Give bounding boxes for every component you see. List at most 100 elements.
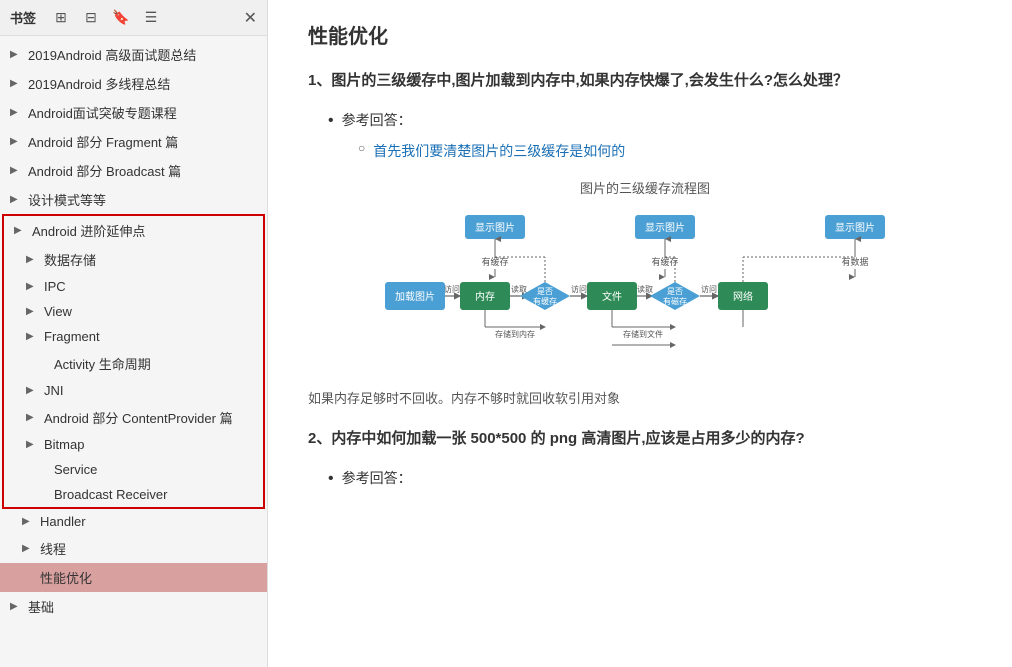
sidebar-list: ▶ 2019Android 高级面试题总结 ▶ 2019Android 多线程总…	[0, 36, 267, 667]
sidebar-item-label: Broadcast Receiver	[54, 487, 255, 502]
chevron-icon: ▶	[10, 107, 24, 118]
chevron-icon: ▶	[26, 281, 40, 292]
svg-text:显示图片: 显示图片	[645, 221, 685, 234]
sidebar-item-label: Fragment	[44, 329, 255, 344]
diagram-title: 图片的三级缓存流程图	[308, 178, 982, 197]
sidebar-item-2[interactable]: ▶ 2019Android 多线程总结	[0, 69, 267, 98]
main-content: 性能优化 1、图片的三级缓存中,图片加载到内存中,如果内存快爆了,会发生什么?怎…	[268, 0, 1012, 667]
page-title: 性能优化	[308, 20, 982, 49]
sidebar: 书签 ⊞ ⊟ 🔖 ☰ ✕ ▶ 2019Android 高级面试题总结 ▶ 201…	[0, 0, 268, 667]
sidebar-item-label: 2019Android 高级面试题总结	[28, 45, 259, 64]
sidebar-item-label: 2019Android 多线程总结	[28, 74, 259, 93]
chevron-icon: ▶	[22, 543, 36, 554]
sidebar-item-16[interactable]: ▶ Service	[4, 457, 263, 482]
sidebar-item-8[interactable]: ▶ 数据存储	[4, 245, 263, 274]
chevron-icon: ▶	[26, 439, 40, 450]
sidebar-item-11[interactable]: ▶ Fragment	[4, 324, 263, 349]
sidebar-item-label: IPC	[44, 279, 255, 294]
list-icon[interactable]: ☰	[140, 7, 162, 29]
svg-text:有磁存: 有磁存	[663, 296, 687, 306]
sidebar-item-10[interactable]: ▶ View	[4, 299, 263, 324]
svg-text:显示图片: 显示图片	[835, 221, 875, 234]
question-2: 2、内存中如何加载一张 500*500 的 png 高清图片,应该是占用多少的内…	[308, 427, 982, 451]
sidebar-item-label: Android面试突破专题课程	[28, 103, 259, 122]
svg-text:是否: 是否	[537, 287, 553, 296]
sidebar-item-4[interactable]: ▶ Android 部分 Fragment 篇	[0, 127, 267, 156]
sidebar-item-14[interactable]: ▶ Android 部分 ContentProvider 篇	[4, 403, 263, 432]
svg-text:内存: 内存	[475, 290, 495, 303]
sidebar-item-5[interactable]: ▶ Android 部分 Broadcast 篇	[0, 156, 267, 185]
flow-diagram: 显示图片 显示图片 显示图片 有缓存 有缓存 有数据	[380, 207, 910, 367]
chevron-icon: ▶	[10, 601, 24, 612]
chevron-icon: ▶	[26, 412, 40, 423]
svg-text:存储到内存: 存储到内存	[495, 329, 535, 339]
sidebar-item-6[interactable]: ▶ 设计模式等等	[0, 185, 267, 214]
sidebar-item-label: Android 进阶延伸点	[32, 221, 255, 240]
svg-text:显示图片: 显示图片	[475, 221, 515, 234]
sidebar-item-label: 设计模式等等	[28, 190, 259, 209]
sub-bullet-1: ○ 首先我们要清楚图片的三级缓存是如何的	[358, 141, 982, 162]
sidebar-item-label: 线程	[40, 539, 259, 558]
sidebar-item-label: 数据存储	[44, 250, 255, 269]
sidebar-item-label: Handler	[40, 514, 259, 529]
sidebar-item-label: 基础	[28, 597, 259, 616]
sidebar-item-9[interactable]: ▶ IPC	[4, 274, 263, 299]
sidebar-item-18[interactable]: ▶ Handler	[0, 509, 267, 534]
collapse-icon[interactable]: ⊟	[80, 7, 102, 29]
answer-ref-1: 参考回答：	[342, 109, 412, 131]
diagram-svg: 显示图片 显示图片 显示图片 有缓存 有缓存 有数据	[380, 207, 910, 372]
sidebar-item-17[interactable]: ▶ Broadcast Receiver	[4, 482, 263, 507]
chevron-icon: ▶	[26, 385, 40, 396]
chevron-icon: ▶	[10, 194, 24, 205]
sidebar-item-12[interactable]: ▶ Activity 生命周期	[4, 349, 263, 378]
bullet-icon: •	[328, 109, 334, 133]
sidebar-item-label: Activity 生命周期	[54, 354, 255, 373]
chevron-icon: ▶	[26, 331, 40, 342]
sidebar-toolbar: 书签 ⊞ ⊟ 🔖 ☰ ✕	[0, 0, 267, 36]
sidebar-item-1[interactable]: ▶ 2019Android 高级面试题总结	[0, 40, 267, 69]
svg-text:文件: 文件	[602, 290, 622, 303]
group-box: ▶ Android 进阶延伸点 ▶ 数据存储 ▶ IPC ▶ View ▶ Fr…	[2, 214, 265, 509]
bullet-item-2: • 参考回答：	[328, 467, 982, 491]
svg-text:有缓存: 有缓存	[533, 296, 557, 306]
sidebar-item-13[interactable]: ▶ JNI	[4, 378, 263, 403]
sidebar-label: 书签	[10, 8, 36, 27]
note-text: 如果内存足够时不回收。内存不够时就回收软引用对象	[308, 388, 982, 407]
sidebar-item-label: JNI	[44, 383, 255, 398]
chevron-icon: ▶	[22, 516, 36, 527]
chevron-icon: ▶	[10, 165, 24, 176]
svg-text:访问: 访问	[571, 284, 587, 294]
svg-text:加载图片: 加载图片	[395, 290, 435, 303]
sidebar-item-7[interactable]: ▶ Android 进阶延伸点	[4, 216, 263, 245]
chevron-icon: ▶	[26, 254, 40, 265]
answer-section-1: • 参考回答： ○ 首先我们要清楚图片的三级缓存是如何的	[328, 109, 982, 162]
svg-text:网络: 网络	[733, 290, 753, 303]
bullet-icon-2: •	[328, 467, 334, 491]
svg-text:访问: 访问	[701, 284, 717, 294]
sidebar-item-3[interactable]: ▶ Android面试突破专题课程	[0, 98, 267, 127]
svg-text:有缓存: 有缓存	[651, 256, 678, 267]
sidebar-item-19[interactable]: ▶ 线程	[0, 534, 267, 563]
sidebar-item-15[interactable]: ▶ Bitmap	[4, 432, 263, 457]
sidebar-item-label: Android 部分 Broadcast 篇	[28, 161, 259, 180]
chevron-icon: ▶	[10, 78, 24, 89]
svg-text:有缓存: 有缓存	[481, 256, 508, 267]
sidebar-item-20[interactable]: ▶ 性能优化	[0, 563, 267, 592]
circle-icon: ○	[358, 141, 365, 155]
svg-text:有数据: 有数据	[841, 256, 868, 267]
bookmark-icon[interactable]: 🔖	[110, 7, 132, 29]
sidebar-item-label: Bitmap	[44, 437, 255, 452]
close-icon[interactable]: ✕	[244, 8, 257, 28]
diagram-container: 图片的三级缓存流程图 显示图片 显示图片 显示图片 有缓存 有缓存	[308, 178, 982, 372]
expand-icon[interactable]: ⊞	[50, 7, 72, 29]
svg-text:存储到文件: 存储到文件	[623, 329, 663, 339]
sidebar-item-label: Android 部分 ContentProvider 篇	[44, 408, 255, 427]
sub-text-1: 首先我们要清楚图片的三级缓存是如何的	[373, 141, 625, 162]
sidebar-item-21[interactable]: ▶ 基础	[0, 592, 267, 621]
chevron-icon: ▶	[10, 136, 24, 147]
svg-text:读取: 读取	[511, 284, 527, 294]
answer-section-2: • 参考回答：	[328, 467, 982, 491]
sidebar-item-label: View	[44, 304, 255, 319]
chevron-icon: ▶	[14, 225, 28, 236]
bullet-item-1: • 参考回答：	[328, 109, 982, 133]
